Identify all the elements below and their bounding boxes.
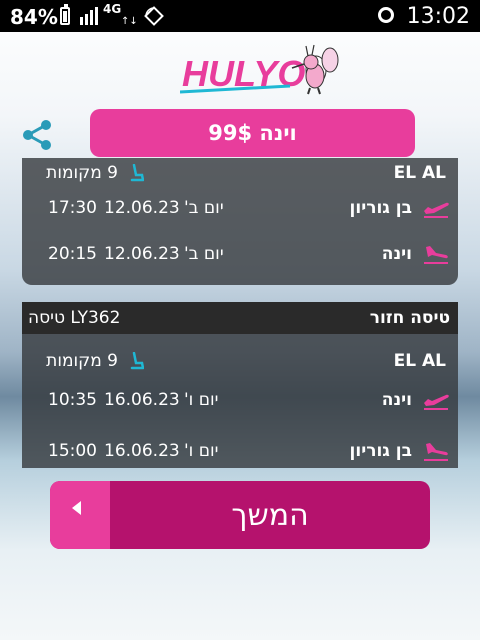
departure-date: 12.06.23 [104, 198, 180, 218]
landing-icon [424, 246, 448, 264]
departure-day: יום ב' [184, 198, 224, 218]
outbound-arrival-row: וינה יום ב' 12.06.23 20:15 [22, 239, 458, 269]
arrival-day: יום ו' [184, 441, 219, 461]
return-title: טיסה חזור [369, 308, 450, 328]
departure-airport: בן גוריון [349, 198, 412, 218]
battery-percentage: 84% [10, 5, 58, 29]
destination-price-button[interactable]: וינה 99$ [90, 109, 415, 157]
arrival-time: 20:15 [48, 244, 97, 264]
departure-date: 16.06.23 [104, 390, 180, 410]
media-icon [378, 7, 394, 23]
hulyo-logo: HULYO [180, 44, 339, 95]
arrival-day: יום ב' [184, 244, 224, 264]
seats-available: 9 מקומות [46, 351, 118, 371]
departure-time: 10:35 [48, 390, 97, 410]
return-flight-number: LY362 טיסה [28, 308, 121, 328]
return-header: טיסה חזור LY362 טיסה [22, 302, 458, 334]
arrival-date: 16.06.23 [104, 441, 180, 461]
share-icon[interactable] [20, 118, 54, 152]
rotate-icon [144, 6, 164, 26]
outbound-departure-row: בן גוריון יום ב' 12.06.23 17:30 [22, 193, 458, 223]
clock: 13:02 [406, 4, 470, 29]
battery-icon [60, 4, 70, 25]
takeoff-icon [424, 394, 449, 410]
departure-day: יום ו' [184, 390, 219, 410]
departure-airport: וינה [381, 390, 412, 410]
network-type: 4G [103, 2, 122, 16]
chevron-left-icon [50, 481, 110, 549]
continue-label: המשך [231, 497, 309, 533]
seat-icon [130, 164, 144, 182]
return-departure-row: וינה יום ו' 16.06.23 10:35 [22, 385, 458, 415]
destination-price-label: וינה 99$ [208, 121, 297, 145]
airline-name: EL AL [393, 163, 446, 183]
arrival-airport: וינה [381, 244, 412, 264]
data-arrows-icon: ↑↓ [121, 16, 138, 27]
continue-button[interactable]: המשך [50, 481, 430, 549]
arrival-time: 15:00 [48, 441, 97, 461]
arrival-date: 12.06.23 [104, 244, 180, 264]
seats-available: 9 מקומות [46, 163, 118, 183]
return-flight-card: טיסה חזור LY362 טיסה EL AL 9 מקומות וינה… [22, 302, 458, 468]
landing-icon [424, 443, 448, 461]
airline-name: EL AL [393, 351, 446, 371]
seat-icon [130, 352, 144, 370]
signal-icon [80, 7, 98, 25]
outbound-flight-card: EL AL 9 מקומות בן גוריון יום ב' 12.06.23… [22, 158, 458, 285]
outbound-airline-row: EL AL 9 מקומות [22, 158, 458, 188]
status-bar: 84% 4G ↑↓ 13:02 [0, 0, 480, 32]
return-arrival-row: בן גוריון יום ו' 16.06.23 15:00 [22, 436, 458, 466]
arrival-airport: בן גוריון [349, 441, 412, 461]
return-airline-row: EL AL 9 מקומות [22, 346, 458, 376]
takeoff-icon [424, 202, 449, 218]
departure-time: 17:30 [48, 198, 97, 218]
